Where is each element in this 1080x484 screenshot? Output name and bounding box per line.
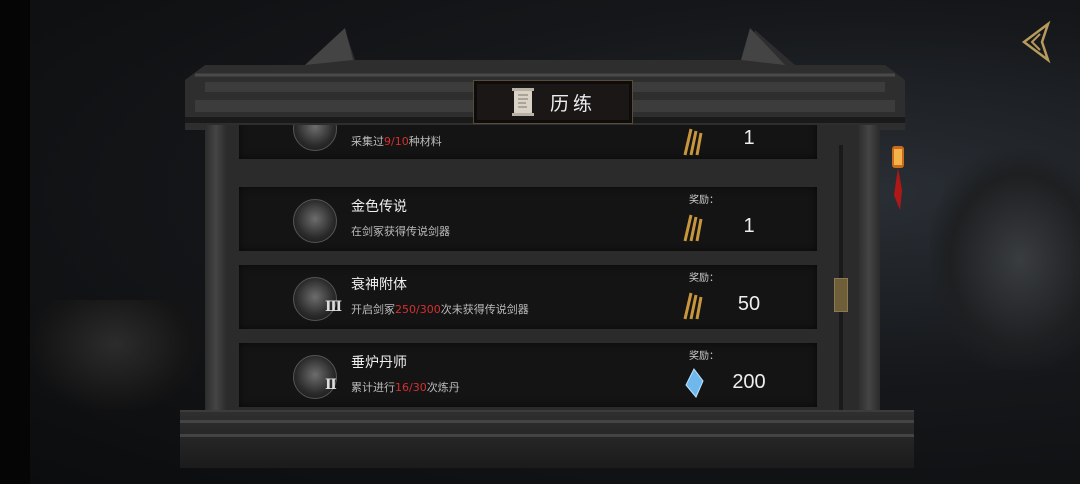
reward-value: 1 (743, 127, 755, 149)
reward-value: 50 (737, 293, 761, 315)
reward-value: 200 (732, 371, 766, 393)
reward-label: 奖励： (689, 351, 719, 362)
pillar-right (858, 125, 880, 455)
achievement-panel[interactable]: 采集过9/10种材料 1 金色传说 在剑冢获得传说剑器 奖励： 1 Ⅲ 衰神附体 (227, 125, 858, 455)
title-plaque: 历练 (473, 80, 633, 124)
gold-tokens-icon (683, 214, 703, 242)
gold-tokens-icon (683, 128, 703, 156)
achievement-desc: 在剑冢获得传说剑器 (351, 225, 450, 238)
achievement-desc: 开启剑冢250/300次未获得传说剑器 (351, 303, 529, 316)
pillar-left (205, 125, 227, 455)
fence-rail (180, 410, 914, 468)
gold-tokens-icon (683, 292, 703, 320)
achievement-level: Ⅱ (325, 377, 337, 393)
lantern-icon (892, 146, 904, 210)
reward-label: 奖励： (689, 273, 719, 284)
scrollbar-thumb[interactable] (834, 278, 848, 312)
achievement-level: Ⅲ (325, 299, 343, 315)
achievement-name: 衰神附体 (351, 277, 407, 293)
rock-left (30, 300, 200, 410)
reward-label: 奖励： (689, 195, 719, 206)
page-title: 历练 (549, 92, 596, 115)
achievement-name: 金色传说 (351, 199, 407, 215)
achievement-desc: 采集过9/10种材料 (351, 135, 442, 148)
left-edge (0, 0, 30, 484)
rock-right (930, 150, 1080, 370)
list-item[interactable]: 金色传说 在剑冢获得传说剑器 奖励： 1 (239, 187, 817, 251)
back-arrow-icon[interactable] (1018, 20, 1058, 64)
achievement-desc: 累计进行16/30次炼丹 (351, 381, 460, 394)
list-item[interactable]: 采集过9/10种材料 1 (239, 125, 817, 159)
scroll-icon (511, 88, 534, 116)
reward-value: 1 (743, 215, 755, 237)
blue-crystal-icon (685, 368, 704, 398)
list-item[interactable]: Ⅱ 垂炉丹师 累计进行16/30次炼丹 奖励： 200 (239, 343, 817, 407)
sword-medal-icon (293, 199, 337, 243)
achievement-name: 垂炉丹师 (351, 355, 407, 371)
achievement-icon (293, 125, 337, 151)
list-item[interactable]: Ⅲ 衰神附体 开启剑冢250/300次未获得传说剑器 奖励： 50 (239, 265, 817, 329)
